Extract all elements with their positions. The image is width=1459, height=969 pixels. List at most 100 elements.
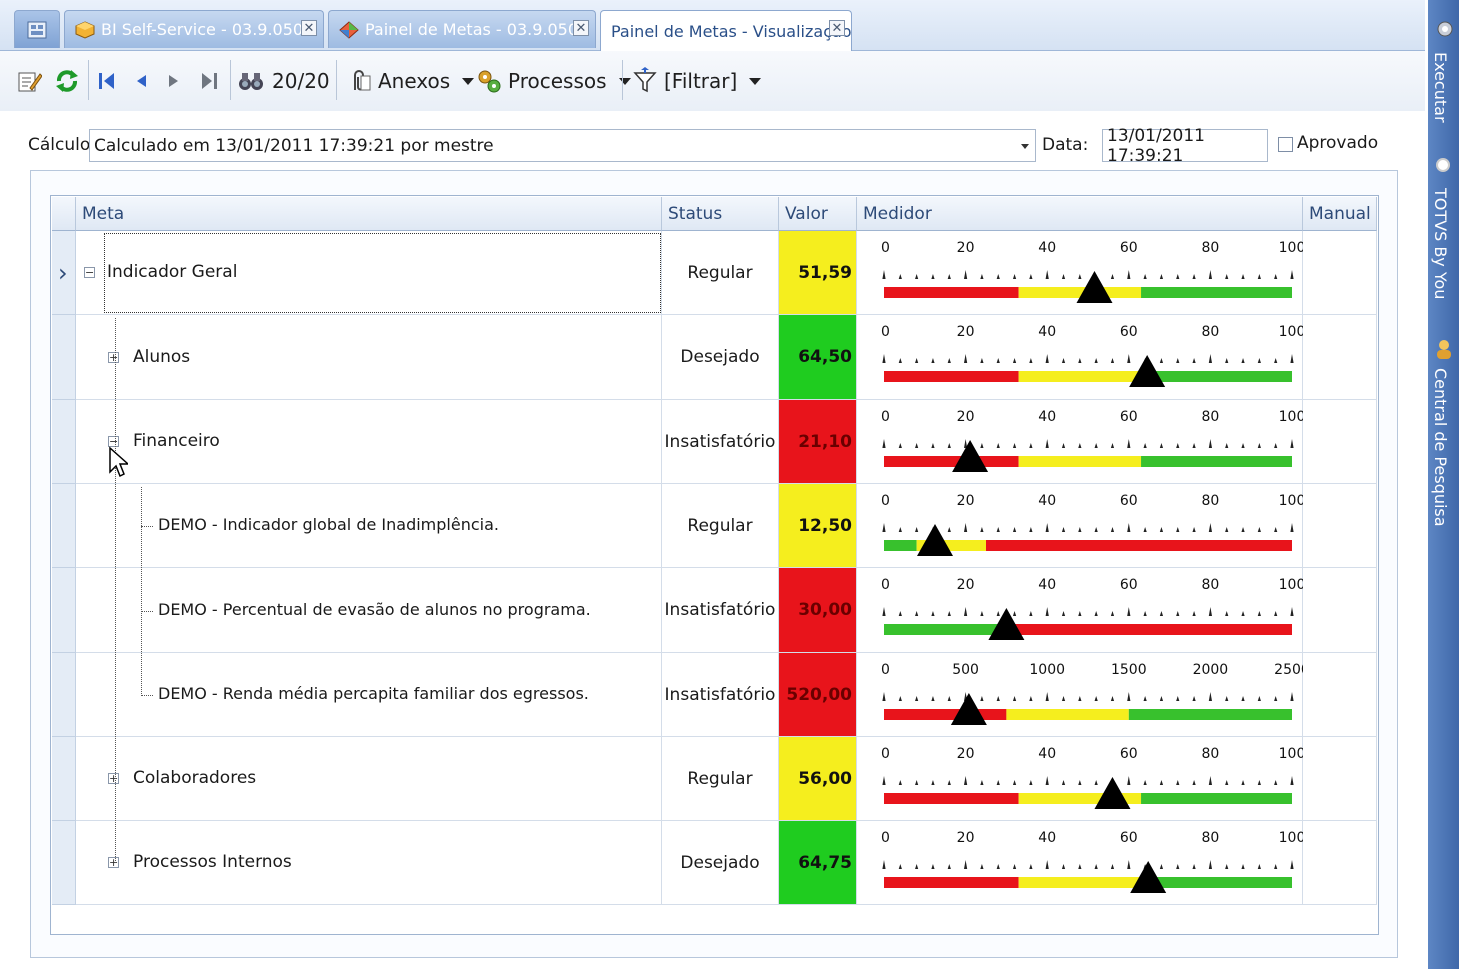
edit-icon[interactable] bbox=[16, 61, 42, 101]
filtrar-button[interactable]: [Filtrar] bbox=[632, 61, 762, 101]
gauge-tick bbox=[1176, 443, 1180, 448]
tab-menu[interactable] bbox=[14, 10, 60, 48]
row-selector[interactable] bbox=[52, 737, 76, 821]
next-record-icon[interactable] bbox=[164, 61, 182, 101]
gauge-tick bbox=[996, 358, 1000, 363]
manual-cell[interactable] bbox=[1303, 737, 1377, 821]
app-grid-icon bbox=[27, 21, 47, 39]
expand-icon[interactable]: + bbox=[108, 351, 119, 363]
tab-bi-self-service[interactable]: BI Self-Service - 03.9.0507 ✕ bbox=[64, 10, 324, 48]
row-selector-header bbox=[52, 197, 76, 231]
manual-cell[interactable] bbox=[1303, 484, 1377, 568]
row-selector[interactable]: › bbox=[52, 231, 76, 315]
status-cell: Desejado bbox=[662, 315, 779, 400]
collapse-icon[interactable]: − bbox=[84, 267, 95, 278]
gauge-tick bbox=[1274, 527, 1278, 532]
close-icon[interactable]: ✕ bbox=[829, 20, 845, 36]
row-selector[interactable] bbox=[52, 821, 76, 905]
gauge-tick bbox=[1143, 274, 1147, 279]
gauge-tick bbox=[980, 274, 984, 279]
last-record-icon[interactable] bbox=[198, 61, 220, 101]
gauge-band bbox=[1018, 371, 1142, 382]
chevron-down-icon[interactable] bbox=[1021, 144, 1029, 149]
gauge-tick bbox=[915, 611, 919, 616]
rail-central-de-pesquisa[interactable]: Central de Pesquisa bbox=[1431, 368, 1450, 527]
gauge-tick-label: 40 bbox=[1038, 493, 1056, 509]
gauge-tick bbox=[947, 780, 951, 785]
gauge-tick bbox=[915, 274, 919, 279]
column-header-medidor[interactable]: Medidor bbox=[857, 197, 1303, 231]
row-selector[interactable] bbox=[52, 653, 76, 737]
manual-cell[interactable] bbox=[1303, 653, 1377, 737]
gauge-tick bbox=[996, 696, 1000, 701]
refresh-icon[interactable] bbox=[54, 61, 80, 101]
close-icon[interactable]: ✕ bbox=[301, 20, 317, 36]
processos-button[interactable]: Processos bbox=[476, 61, 631, 101]
gear-icon[interactable] bbox=[1434, 18, 1456, 44]
gauge-tick bbox=[1257, 696, 1261, 701]
gauge-band bbox=[1018, 287, 1142, 298]
gauge-tick-label: 60 bbox=[1120, 409, 1138, 425]
column-header-status[interactable]: Status bbox=[662, 197, 779, 231]
data-field[interactable]: 13/01/2011 17:39:21 bbox=[1102, 126, 1268, 166]
first-record-icon[interactable] bbox=[96, 61, 118, 101]
gauge-tick bbox=[931, 696, 935, 701]
filter-icon bbox=[633, 67, 657, 93]
gauge-tick bbox=[980, 527, 984, 532]
gauge-tick bbox=[1192, 358, 1196, 363]
valor-cell: 51,59 bbox=[779, 231, 857, 315]
manual-cell[interactable] bbox=[1303, 315, 1377, 400]
rail-totvs-by-you[interactable]: TOTVS By You bbox=[1431, 188, 1450, 299]
gauge-tick-label: 0 bbox=[881, 830, 890, 846]
tab-painel-de-metas[interactable]: Painel de Metas - 03.9.0507 ✕ bbox=[328, 10, 596, 48]
gauge-tick bbox=[1225, 274, 1229, 279]
chevron-down-icon[interactable] bbox=[462, 77, 475, 85]
manual-cell[interactable] bbox=[1303, 400, 1377, 484]
column-header-valor[interactable]: Valor bbox=[779, 197, 857, 231]
gauge-tick bbox=[1241, 696, 1245, 701]
valor-cell: 12,50 bbox=[779, 484, 857, 568]
meta-label: Processos Internos bbox=[133, 852, 292, 872]
aprovado-checkbox[interactable] bbox=[1278, 137, 1293, 152]
column-header-manual[interactable]: Manual bbox=[1303, 197, 1377, 231]
previous-record-icon[interactable] bbox=[132, 61, 150, 101]
close-icon[interactable]: ✕ bbox=[573, 20, 589, 36]
calculo-select[interactable]: Calculado em 13/01/2011 17:39:21 por mes… bbox=[89, 129, 1036, 162]
gauge-tick bbox=[1192, 696, 1196, 701]
rail-executar[interactable]: Executar bbox=[1431, 52, 1450, 123]
valor-cell: 64,75 bbox=[779, 821, 857, 905]
gauge-tick bbox=[931, 780, 935, 785]
gauge-band bbox=[1141, 793, 1292, 804]
gauge-tick-label: 20 bbox=[957, 830, 975, 846]
gauge-band bbox=[986, 540, 1292, 551]
anexos-button[interactable]: Anexos bbox=[346, 61, 475, 101]
row-selector[interactable] bbox=[52, 484, 76, 568]
gauge-tick bbox=[1241, 864, 1245, 869]
current-row-indicator-icon: › bbox=[58, 259, 68, 287]
gauge-tick bbox=[1045, 607, 1049, 616]
user-icon[interactable] bbox=[1434, 338, 1454, 364]
gauge-tick bbox=[882, 607, 886, 616]
row-selector[interactable] bbox=[52, 400, 76, 484]
row-selector[interactable] bbox=[52, 568, 76, 653]
chevron-down-icon[interactable] bbox=[618, 77, 631, 85]
meta-label: DEMO - Indicador global de Inadimplência… bbox=[158, 515, 499, 534]
manual-cell[interactable] bbox=[1303, 231, 1377, 315]
status-cell: Regular bbox=[662, 737, 779, 821]
column-header-meta[interactable]: Meta bbox=[76, 197, 662, 231]
tab-painel-visualizacao[interactable]: Painel de Metas - Visualização ✕ bbox=[600, 10, 852, 51]
manual-cell[interactable] bbox=[1303, 568, 1377, 653]
gauge-tick bbox=[898, 864, 902, 869]
gauge-tick-label: 1000 bbox=[1029, 662, 1065, 678]
search-icon[interactable] bbox=[1434, 156, 1454, 180]
chevron-down-icon[interactable] bbox=[749, 77, 762, 85]
gauge-band bbox=[884, 371, 1019, 382]
gauge-tick bbox=[1029, 864, 1033, 869]
manual-cell[interactable] bbox=[1303, 821, 1377, 905]
gauge-tick bbox=[996, 611, 1000, 616]
row-selector[interactable] bbox=[52, 315, 76, 400]
expand-icon[interactable]: + bbox=[108, 773, 119, 784]
find-button[interactable]: 20/20 bbox=[238, 61, 330, 101]
gauge-tick bbox=[1208, 439, 1212, 448]
expand-icon[interactable]: + bbox=[108, 857, 119, 868]
